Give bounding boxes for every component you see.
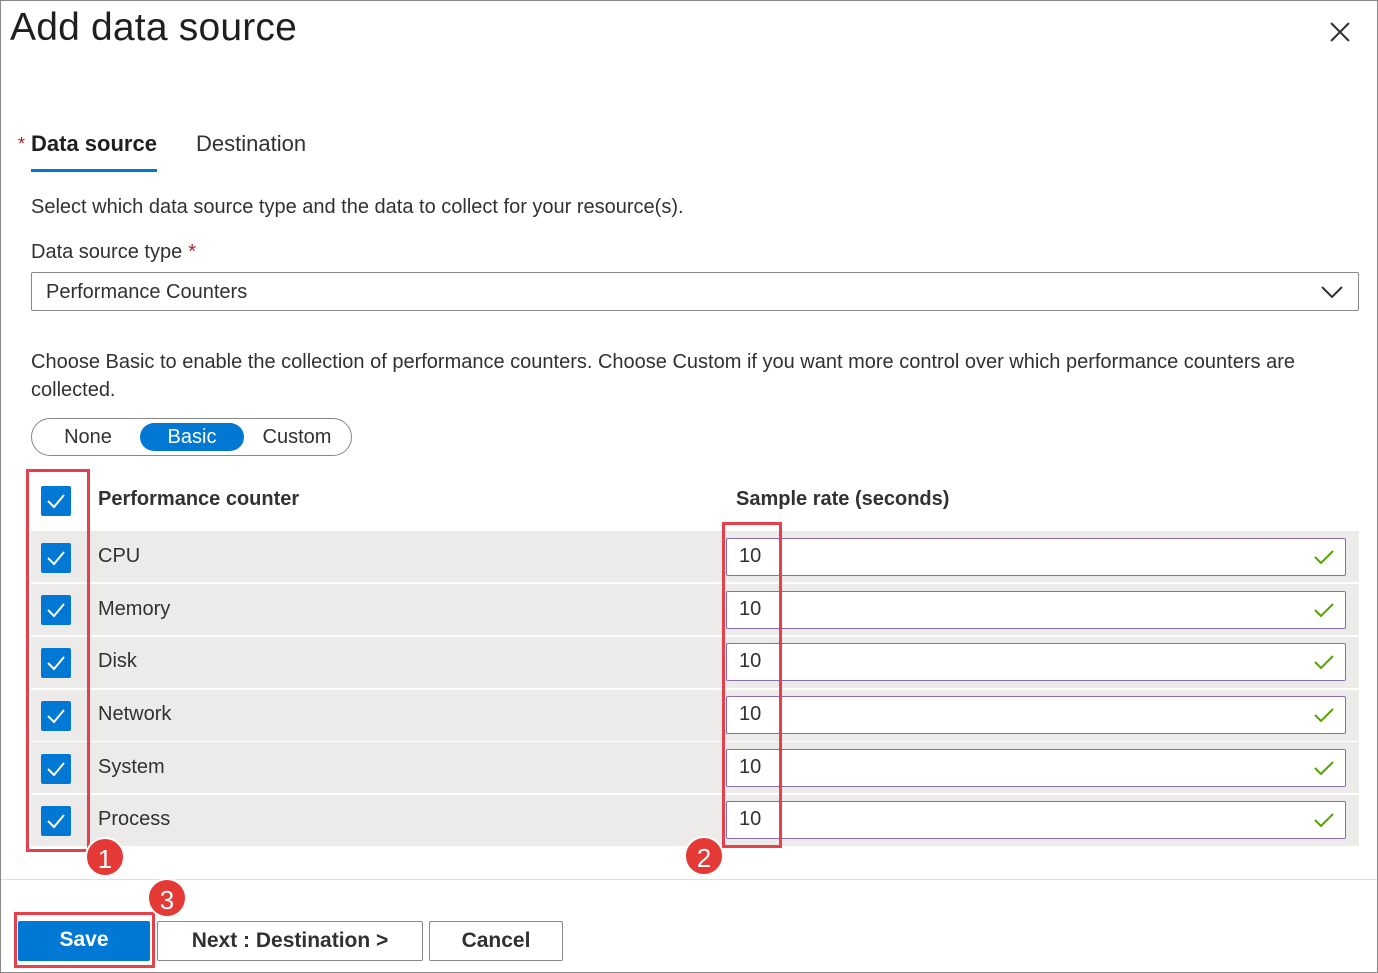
sample-rate-input[interactable]: 10	[726, 538, 1346, 576]
annotation-badge-1: 1	[85, 837, 125, 877]
close-icon[interactable]	[1322, 14, 1358, 50]
dropdown-selected-value: Performance Counters	[46, 281, 248, 303]
counter-label: Network	[98, 703, 172, 725]
counter-label: Process	[98, 808, 171, 830]
dialog-title: Add data source	[10, 6, 298, 49]
chevron-down-icon	[1320, 283, 1344, 301]
counter-label: System	[98, 756, 165, 778]
valid-check-icon	[1313, 759, 1335, 777]
counter-label: Memory	[98, 598, 171, 620]
sample-rate-input[interactable]: 10	[726, 749, 1346, 787]
required-marker: *	[188, 241, 196, 263]
sample-rate-input[interactable]: 10	[726, 643, 1346, 681]
valid-check-icon	[1313, 811, 1335, 829]
valid-check-icon	[1313, 601, 1335, 619]
collection-info-text: Choose Basic to enable the collection of…	[31, 351, 1295, 401]
cancel-button[interactable]: Cancel	[429, 921, 563, 961]
valid-check-icon	[1313, 706, 1335, 724]
annotation-highlight-save	[14, 912, 155, 968]
sample-rate-input[interactable]: 10	[726, 591, 1346, 629]
tab-destination[interactable]: Destination	[196, 131, 306, 157]
tab-data-source[interactable]: Data source	[31, 131, 157, 157]
column-header-counter: Performance counter	[98, 488, 300, 510]
collection-mode-toggle: None Basic Custom	[31, 418, 352, 456]
annotation-highlight-checkboxes	[26, 469, 90, 852]
mode-option-basic[interactable]: Basic	[140, 423, 244, 451]
mode-option-custom[interactable]: Custom	[252, 423, 342, 451]
column-header-sample-rate: Sample rate (seconds)	[736, 488, 950, 510]
sample-rate-input[interactable]: 10	[726, 801, 1346, 839]
counter-label: Disk	[98, 650, 137, 672]
data-source-type-dropdown[interactable]: Performance Counters	[31, 272, 1359, 311]
counter-label: CPU	[98, 545, 141, 567]
valid-check-icon	[1313, 548, 1335, 566]
annotation-highlight-sample-rates	[722, 522, 782, 848]
next-destination-button[interactable]: Next : Destination >	[157, 921, 423, 961]
annotation-badge-2: 2	[684, 836, 724, 876]
active-tab-indicator	[31, 169, 157, 172]
annotation-badge-3: 3	[147, 878, 187, 918]
tab-required-marker: *	[18, 134, 26, 154]
tab-description: Select which data source type and the da…	[31, 196, 684, 218]
sample-rate-input[interactable]: 10	[726, 696, 1346, 734]
data-source-type-label: Data source type *	[31, 241, 196, 263]
valid-check-icon	[1313, 653, 1335, 671]
mode-option-none[interactable]: None	[46, 423, 130, 451]
footer-divider	[1, 879, 1377, 880]
